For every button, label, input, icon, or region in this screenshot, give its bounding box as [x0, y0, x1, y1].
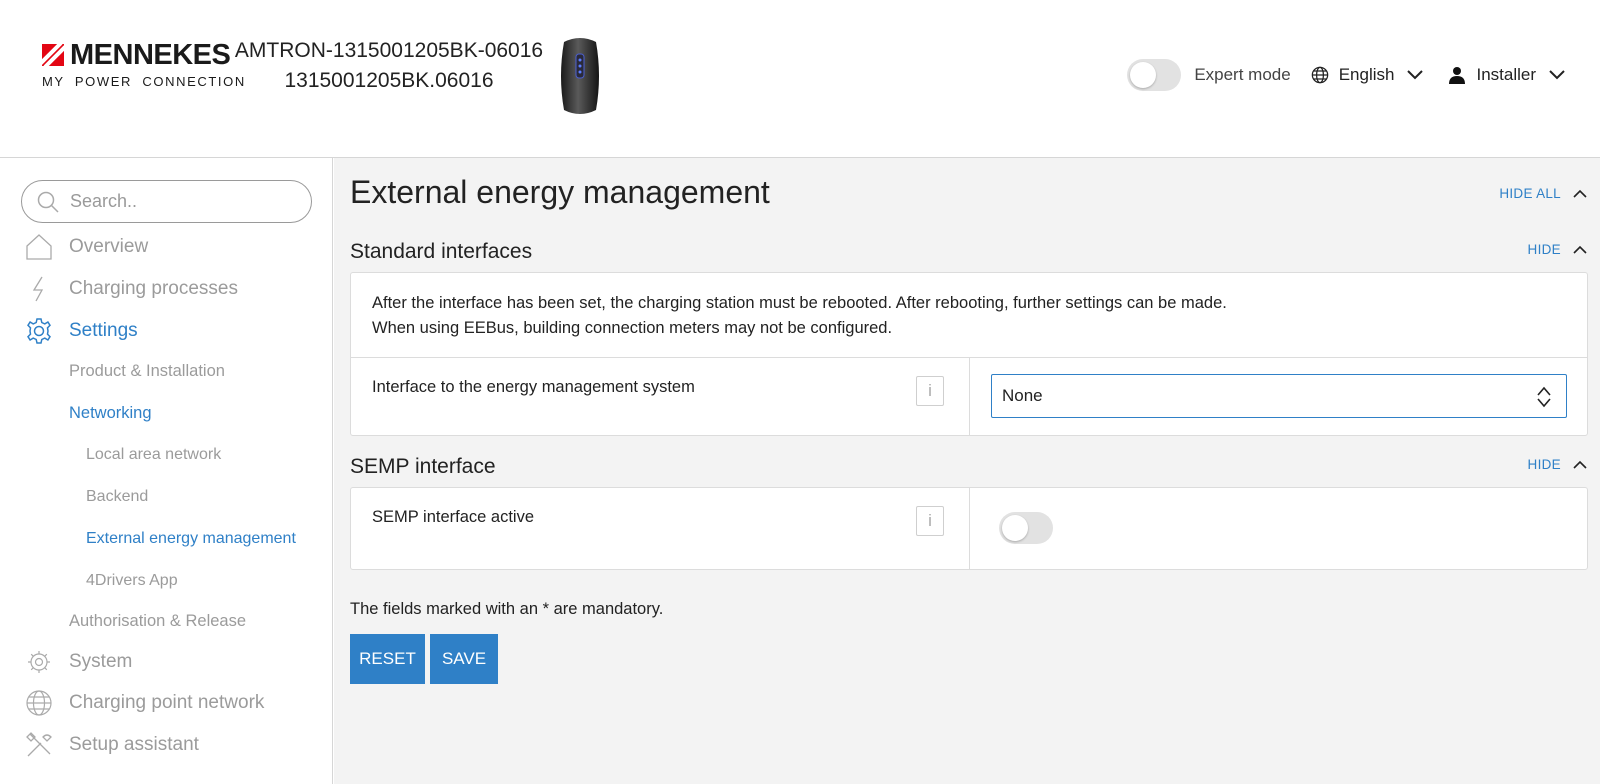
info-button[interactable]: i [916, 376, 944, 406]
lightning-icon [32, 276, 44, 302]
globe-icon [26, 690, 52, 716]
chevron-down-icon [1549, 70, 1565, 80]
charging-station-image [561, 38, 599, 114]
semp-active-label: SEMP interface active [372, 508, 535, 526]
reboot-note: After the interface has been set, the ch… [351, 273, 1587, 358]
main-content: External energy management HIDE ALL Stan… [334, 158, 1600, 784]
note-line-1: After the interface has been set, the ch… [372, 294, 1227, 312]
language-label: English [1338, 65, 1395, 84]
interface-select-value: None [1002, 386, 1043, 405]
sidebar-item-label: Charging processes [69, 278, 238, 299]
sidebar-item-charging-processes[interactable]: Charging processes [32, 276, 238, 302]
sidebar-item-label: Overview [69, 236, 149, 257]
header-controls: Expert mode English Installer [1127, 58, 1566, 92]
sidebar-item-system[interactable]: System [28, 651, 133, 673]
home-icon [26, 234, 52, 260]
sidebar-item-label: System [69, 651, 133, 672]
hide-label: HIDE [1527, 242, 1561, 257]
chevron-up-icon [1573, 460, 1587, 469]
hide-standard-interfaces-button[interactable]: HIDE [1528, 242, 1587, 257]
device-info: AMTRON-1315001205BK-06016 1315001205BK.0… [234, 36, 544, 96]
sidebar-item-external-energy-management[interactable]: External energy management [86, 530, 296, 548]
sidebar-item-local-area-network[interactable]: Local area network [86, 446, 221, 464]
sidebar-item-label: Charging point network [69, 692, 265, 713]
toggle-knob [1002, 515, 1028, 541]
section-title-semp-interface: SEMP interface [350, 455, 496, 478]
sidebar-item-setup-assistant[interactable]: Setup assistant [26, 732, 199, 757]
chevron-down-icon [1407, 70, 1424, 80]
expert-mode-label: Expert mode [1194, 65, 1291, 84]
interface-select[interactable]: None [991, 374, 1567, 418]
save-button[interactable]: SAVE [430, 634, 498, 684]
chevron-up-icon [1573, 189, 1587, 198]
search-input[interactable] [70, 191, 290, 212]
device-serial: 1315001205BK.06016 [284, 69, 494, 92]
sidebar-item-label: Setup assistant [69, 734, 199, 755]
hide-label: HIDE [1527, 457, 1561, 472]
reset-button[interactable]: RESET [350, 634, 425, 684]
language-selector[interactable]: English [1311, 65, 1425, 85]
sidebar-item-4drivers-app[interactable]: 4Drivers App [86, 572, 178, 590]
semp-interface-card: SEMP interface active i [350, 487, 1588, 570]
semp-active-row: SEMP interface active i [351, 488, 1587, 569]
interface-label-cell: Interface to the energy management syste… [351, 358, 970, 435]
hide-all-label: HIDE ALL [1499, 186, 1561, 201]
toggle-knob [1130, 62, 1157, 88]
section-title-standard-interfaces: Standard interfaces [350, 240, 533, 263]
search-box[interactable] [21, 180, 312, 223]
interface-row: Interface to the energy management syste… [351, 358, 1587, 435]
logo-name: MENNEKES [70, 39, 231, 71]
sidebar-item-settings[interactable]: Settings [27, 318, 138, 344]
interface-label: Interface to the energy management syste… [372, 378, 695, 396]
page-title: External energy management [350, 174, 770, 210]
mennekes-logo: MENNEKES MY POWER CONNECTION [42, 39, 246, 89]
chevron-up-icon [1573, 245, 1587, 254]
standard-interfaces-card: After the interface has been set, the ch… [350, 272, 1588, 436]
search-icon [37, 191, 59, 213]
hide-semp-button[interactable]: HIDE [1528, 457, 1587, 472]
mennekes-logo-mark-icon [42, 44, 64, 66]
semp-value-cell [970, 488, 1587, 569]
select-updown-icon [1537, 386, 1551, 408]
sidebar-item-product-installation[interactable]: Product & Installation [69, 362, 225, 381]
mandatory-note: The fields marked with an * are mandator… [350, 600, 664, 618]
logo-tagline: MY POWER CONNECTION [42, 74, 246, 89]
interface-value-cell: None [970, 358, 1587, 435]
semp-label-cell: SEMP interface active i [351, 488, 970, 569]
sidebar-item-networking[interactable]: Networking [69, 404, 152, 423]
sidebar-item-label: Settings [69, 320, 138, 341]
tools-icon [26, 732, 52, 757]
user-menu[interactable]: Installer [1448, 65, 1566, 85]
sidebar-item-charging-point-network[interactable]: Charging point network [26, 690, 265, 716]
sidebar-item-backend[interactable]: Backend [86, 488, 148, 506]
gear-icon [27, 318, 51, 344]
sidebar-item-authorisation-release[interactable]: Authorisation & Release [69, 612, 246, 631]
info-button[interactable]: i [916, 506, 944, 536]
sidebar-item-overview[interactable]: Overview [26, 234, 149, 260]
expert-mode-toggle[interactable] [1127, 59, 1182, 91]
note-line-2: When using EEBus, building connection me… [372, 319, 893, 337]
device-name: AMTRON-1315001205BK-06016 [234, 39, 544, 62]
sidebar: Overview Charging processes Settings Pro… [0, 158, 333, 784]
globe-icon [1311, 66, 1328, 84]
semp-active-toggle[interactable] [999, 512, 1053, 544]
user-role-label: Installer [1476, 65, 1536, 84]
hide-all-button[interactable]: HIDE ALL [1499, 186, 1587, 201]
user-icon [1449, 67, 1466, 84]
header: MENNEKES MY POWER CONNECTION AMTRON-1315… [0, 0, 1600, 158]
system-gear-icon [28, 651, 50, 673]
